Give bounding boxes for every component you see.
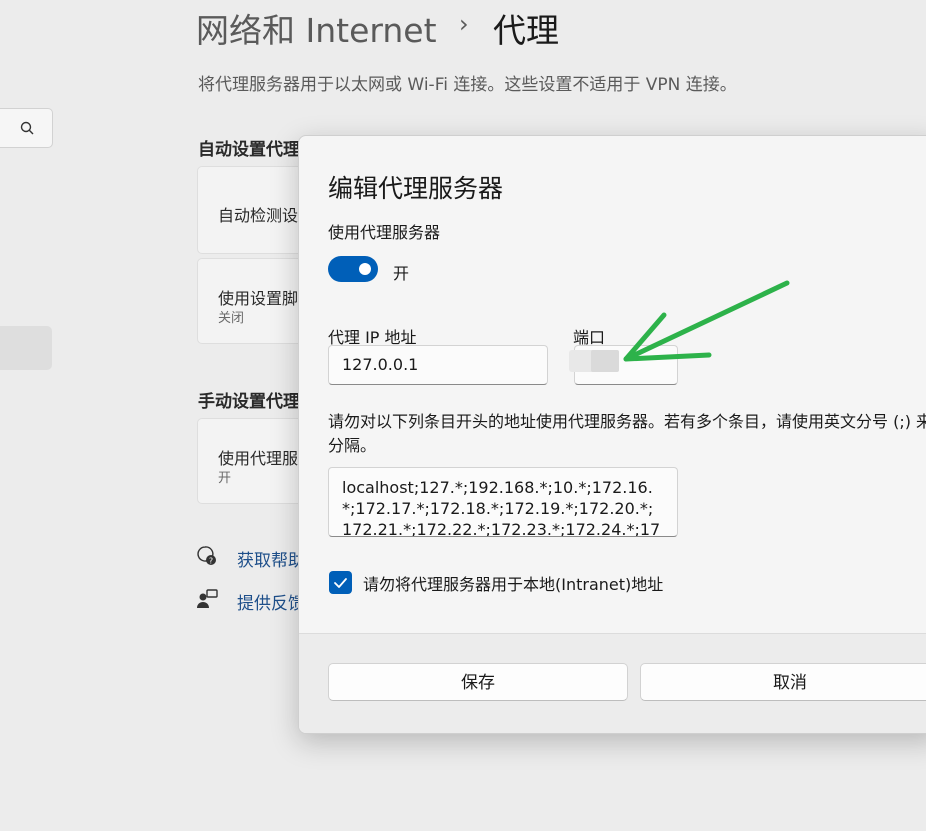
save-button[interactable]: 保存 <box>328 663 628 701</box>
bypass-local-checkbox[interactable] <box>329 571 352 594</box>
port-redaction-inner <box>591 350 619 372</box>
use-proxy-toggle[interactable] <box>328 256 378 282</box>
get-help-link[interactable]: 获取帮助 <box>237 546 305 571</box>
exceptions-description: 请勿对以下列条目开头的地址使用代理服务器。若有多个条目，请使用英文分号 (;) … <box>328 412 926 455</box>
proxy-ip-value: 127.0.0.1 <box>342 355 419 374</box>
exceptions-textarea[interactable]: localhost;127.*;192.168.*;10.*;172.16.*;… <box>328 467 678 537</box>
feedback-link[interactable]: 提供反馈 <box>237 589 305 614</box>
manual-proxy-state: 开 <box>218 471 232 486</box>
search-icon <box>20 121 34 135</box>
sidebar-selected-item[interactable] <box>0 326 52 370</box>
breadcrumb-parent[interactable]: 网络和 Internet <box>196 4 437 52</box>
search-input[interactable] <box>0 108 53 148</box>
edit-proxy-dialog: 编辑代理服务器 使用代理服务器 开 代理 IP 地址 127.0.0.1 端口 … <box>298 135 926 734</box>
dialog-footer: 保存 取消 <box>299 633 926 733</box>
toggle-state-label: 开 <box>393 264 410 283</box>
manual-section-title: 手动设置代理 <box>198 392 300 412</box>
exceptions-value: localhost;127.*;192.168.*;10.*;172.16.*;… <box>342 478 661 537</box>
toggle-knob <box>359 263 371 275</box>
dialog-title: 编辑代理服务器 <box>328 174 504 203</box>
bypass-local-label[interactable]: 请勿将代理服务器用于本地(Intranet)地址 <box>363 571 663 595</box>
svg-text:?: ? <box>209 557 213 566</box>
help-icon: ? <box>197 546 216 566</box>
breadcrumb-separator: › <box>459 10 469 38</box>
checkmark-icon <box>334 578 347 588</box>
port-input[interactable] <box>569 345 678 385</box>
setup-script-state: 关闭 <box>218 311 245 326</box>
use-proxy-label: 使用代理服务器 <box>328 223 441 242</box>
auto-section-title: 自动设置代理 <box>198 140 300 160</box>
proxy-ip-input[interactable]: 127.0.0.1 <box>328 345 548 385</box>
page-description: 将代理服务器用于以太网或 Wi-Fi 连接。这些设置不适用于 VPN 连接。 <box>198 75 737 95</box>
page-title: 代理 <box>493 11 559 50</box>
feedback-icon <box>197 589 218 608</box>
cancel-button[interactable]: 取消 <box>640 663 926 701</box>
